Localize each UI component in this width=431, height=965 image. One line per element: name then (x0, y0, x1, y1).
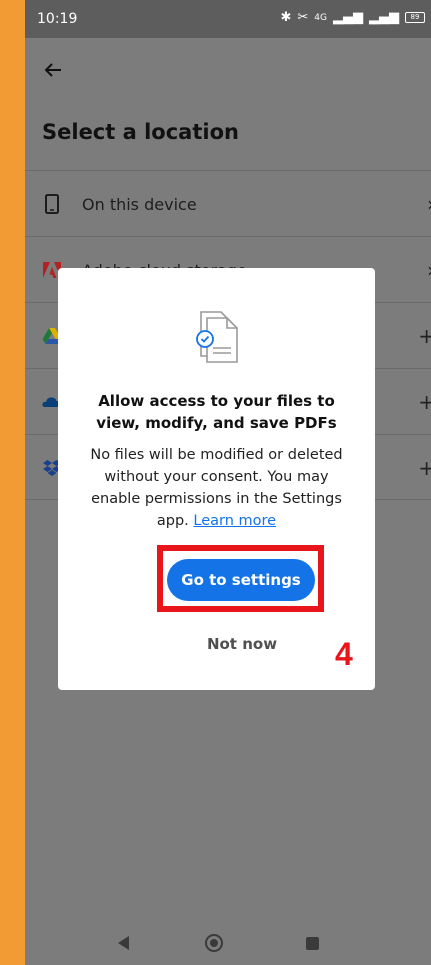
add-icon: + (418, 390, 431, 414)
phone-icon (45, 194, 59, 214)
nav-home-icon[interactable] (205, 934, 223, 952)
mute-icon: ✂ (297, 10, 309, 25)
signal-icon-secondary: ▂▄▆ (369, 10, 399, 25)
nav-recents-icon[interactable] (306, 937, 319, 950)
signal-icon: ▂▄▆ (333, 10, 363, 25)
dialog-body: No files will be modified or deleted wit… (58, 444, 375, 532)
network-type-icon: 4G (314, 12, 327, 23)
location-row-device[interactable]: On this device › (25, 170, 431, 236)
documents-check-icon (196, 311, 238, 363)
dialog-heading: Allow access to your files to view, modi… (96, 392, 337, 432)
page-title: Select a location (42, 120, 239, 144)
status-icons: ✱ ✂ 4G ▂▄▆ ▂▄▆ 89 (280, 10, 425, 25)
status-time: 10:19 (37, 11, 78, 27)
chevron-right-icon: › (427, 258, 431, 282)
add-icon: + (418, 456, 431, 480)
not-now-button[interactable]: Not now (200, 633, 284, 655)
location-label: On this device (82, 195, 197, 214)
add-icon: + (418, 324, 431, 348)
learn-more-link[interactable]: Learn more (193, 513, 276, 529)
bluetooth-icon: ✱ (280, 10, 292, 25)
navigation-bar (25, 905, 431, 965)
status-bar: 10:19 ✱ ✂ 4G ▂▄▆ ▂▄▆ 89 (25, 0, 431, 38)
go-to-settings-button[interactable]: Go to settings (167, 559, 315, 601)
permission-dialog: Allow access to your files to view, modi… (58, 268, 375, 690)
battery-icon: 89 (405, 12, 425, 23)
nav-back-icon[interactable] (118, 936, 129, 950)
back-arrow-icon[interactable] (41, 58, 65, 82)
chevron-right-icon: › (427, 192, 431, 216)
annotation-step-number: 4 (335, 636, 353, 672)
